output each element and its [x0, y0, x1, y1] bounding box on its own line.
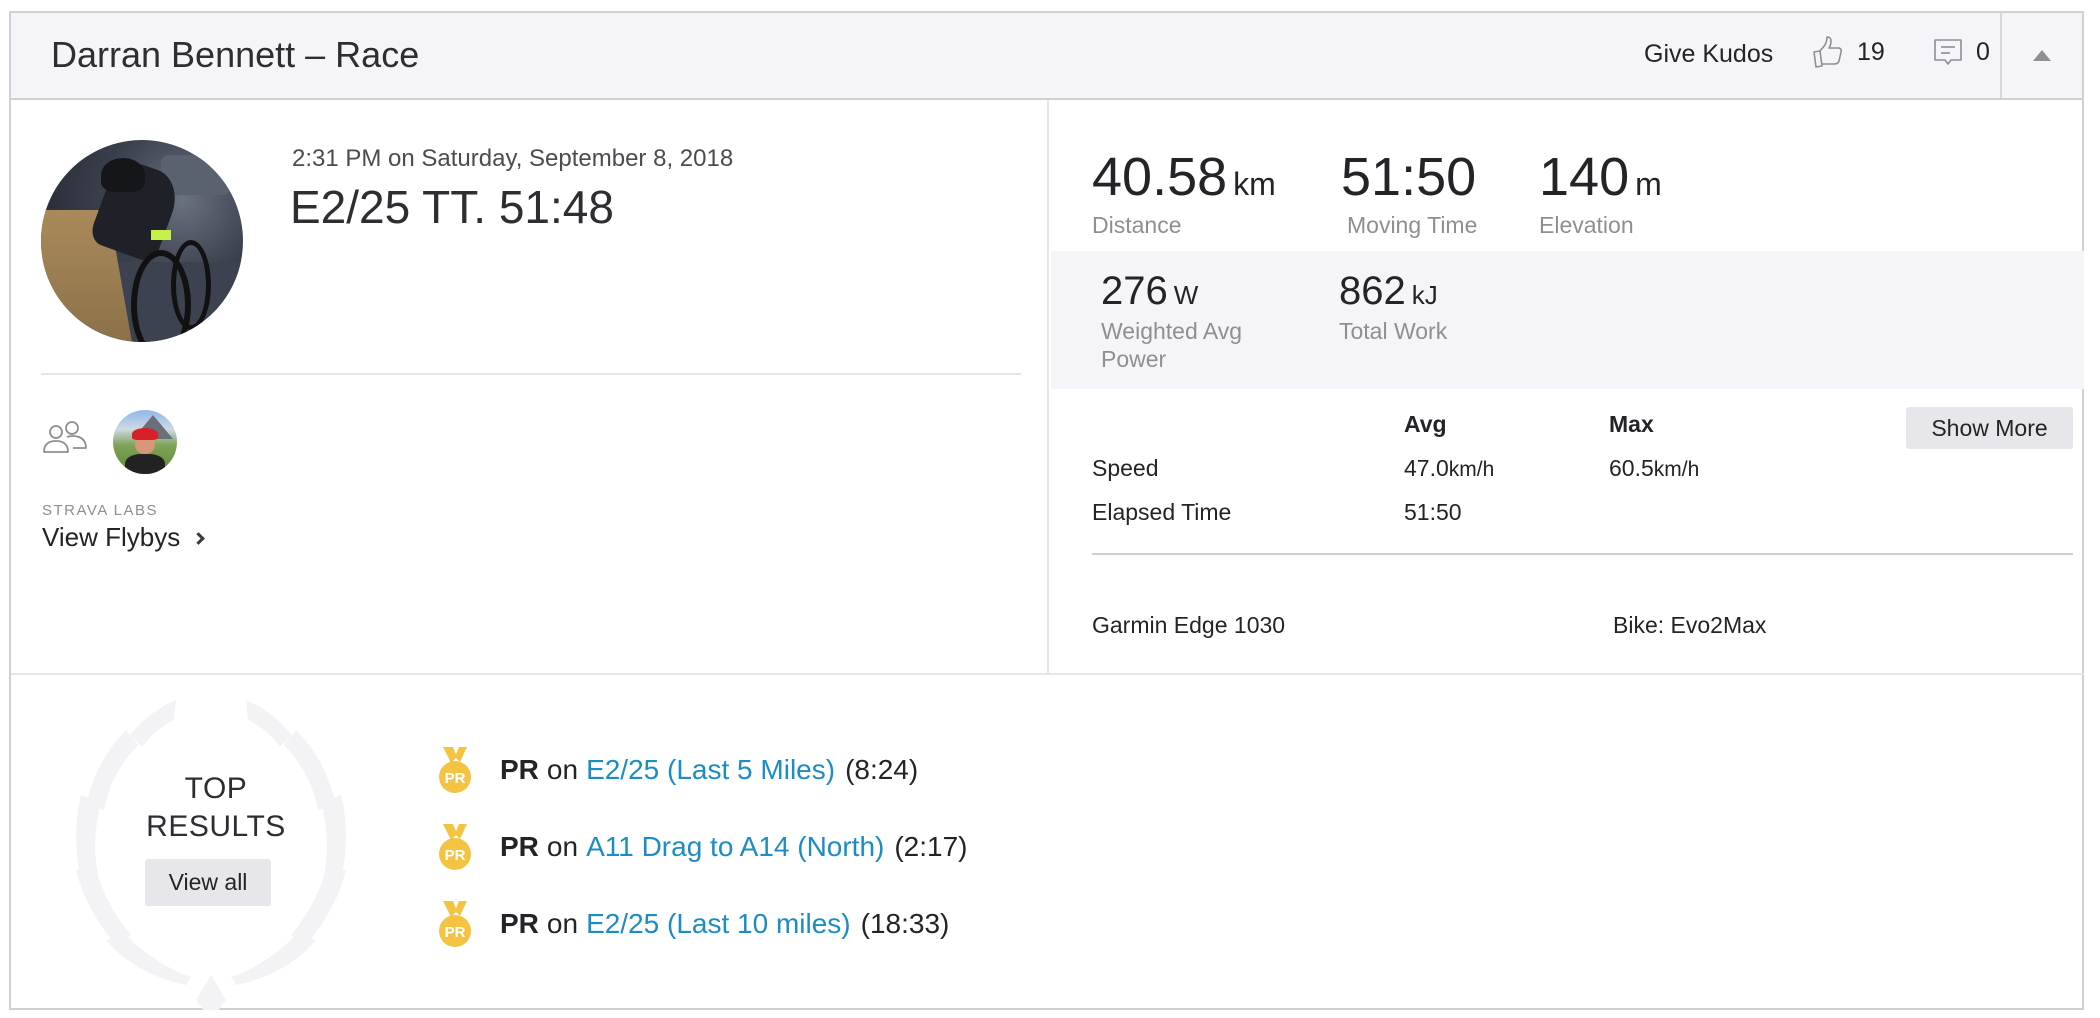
- stat-unit: km: [1233, 166, 1276, 202]
- kudos-count: 19: [1857, 37, 1885, 66]
- activity-header: Darran Bennett – Race Give Kudos 19 0: [11, 13, 2082, 100]
- give-kudos-button[interactable]: Give Kudos: [1644, 40, 1773, 69]
- stat-label: Weighted Avg Power: [1101, 318, 1243, 372]
- caret-up-icon: [2033, 50, 2051, 61]
- comment-count-button[interactable]: 0: [1932, 35, 1990, 69]
- activity-datetime: 2:31 PM on Saturday, September 8, 2018: [292, 145, 734, 172]
- bike-name: Bike: Evo2Max: [1613, 612, 1767, 638]
- segment-link[interactable]: E2/25 (Last 10 miles): [586, 908, 851, 940]
- power-stats-band: 276 W Weighted Avg Power 862 kJ Total Work: [1051, 251, 2084, 389]
- pr-on-text: on: [546, 830, 579, 862]
- activity-title: E2/25 TT. 51:48: [290, 181, 614, 233]
- thumbs-up-icon: [1813, 36, 1843, 68]
- svg-text:PR: PR: [445, 924, 466, 941]
- list-item: PR PR on E2/25 (Last 5 Miles) (8:24): [436, 731, 968, 808]
- stat-unit: kJ: [1411, 280, 1438, 310]
- view-flybys-link[interactable]: View Flybys: [42, 522, 206, 553]
- view-flybys-label: View Flybys: [42, 522, 181, 552]
- stat-distance: 40.58 km Distance: [1092, 150, 1276, 239]
- segment-link[interactable]: E2/25 (Last 5 Miles): [586, 754, 835, 786]
- segment-time: (8:24): [845, 753, 919, 785]
- list-item: PR PR on A11 Drag to A14 (North) (2:17): [436, 808, 968, 885]
- pr-badge-text: PR: [500, 907, 539, 939]
- svg-text:PR: PR: [445, 770, 466, 787]
- device-name: Garmin Edge 1030: [1092, 612, 1286, 638]
- stat-label: Moving Time: [1347, 212, 1478, 238]
- divider: [41, 373, 1021, 375]
- activity-summary: 2:31 PM on Saturday, September 8, 2018 E…: [11, 100, 1049, 673]
- table-cell-max: 60.5km/h: [1609, 455, 1699, 482]
- pr-medal-icon: PR: [439, 823, 471, 870]
- top-results-section: TOP RESULTS View all PR PR on E2/25 (Las…: [11, 673, 2084, 1010]
- view-all-button[interactable]: View all: [145, 859, 271, 906]
- stat-moving-time: 51:50 Moving Time: [1341, 150, 1477, 239]
- chevron-right-icon: [192, 532, 206, 545]
- cell-unit: km/h: [1653, 458, 1700, 481]
- stat-total-work: 862 kJ Total Work: [1339, 271, 1447, 345]
- cell-value: 60.5: [1609, 455, 1654, 481]
- pr-medal-icon: PR: [439, 746, 471, 793]
- svg-text:PR: PR: [445, 847, 466, 864]
- segment-link[interactable]: A11 Drag to A14 (North): [586, 831, 884, 863]
- list-item: PR PR on E2/25 (Last 10 miles) (18:33): [436, 885, 968, 962]
- strava-labs-label: STRAVA LABS: [42, 502, 158, 519]
- activity-header-title[interactable]: Darran Bennett – Race: [51, 34, 419, 76]
- group-icon: [43, 421, 87, 453]
- stat-unit: m: [1635, 166, 1662, 202]
- cell-value: 51:50: [1404, 499, 1462, 525]
- top-results-line2: RESULTS: [146, 810, 286, 843]
- activity-card: Darran Bennett – Race Give Kudos 19 0 2:…: [9, 11, 2084, 1010]
- table-header-avg: Avg: [1404, 411, 1447, 437]
- table-cell-avg: 47.0km/h: [1404, 455, 1494, 482]
- comment-icon: [1934, 39, 1962, 65]
- stat-label: Total Work: [1339, 318, 1448, 344]
- laurel-wreath-icon: [76, 700, 346, 1010]
- pr-medal-icon: PR: [439, 900, 471, 947]
- activity-stats: 40.58 km Distance 51:50 Moving Time 140 m …: [1051, 100, 2084, 673]
- comment-count: 0: [1976, 37, 1990, 66]
- cell-unit: km/h: [1448, 458, 1495, 481]
- stat-elevation: 140 m Elevation: [1539, 150, 1662, 239]
- table-row-label: Elapsed Time: [1092, 499, 1232, 525]
- top-results-line1: TOP: [184, 772, 248, 805]
- collapse-button[interactable]: [2000, 13, 2082, 98]
- stat-label: Elevation: [1539, 212, 1634, 238]
- kudos-count-button[interactable]: 19: [1811, 35, 1885, 69]
- stat-value: 40.58: [1092, 147, 1228, 207]
- stat-value: 862: [1339, 269, 1406, 313]
- pr-badge-text: PR: [500, 753, 539, 785]
- stat-value: 140: [1539, 147, 1630, 207]
- pr-on-text: on: [546, 753, 579, 785]
- stat-label: Distance: [1092, 212, 1182, 238]
- pr-list: PR PR on E2/25 (Last 5 Miles) (8:24) PR …: [436, 731, 968, 962]
- top-results-label: TOP RESULTS: [101, 770, 331, 846]
- cell-value: 47.0: [1404, 455, 1449, 481]
- table-cell-avg: 51:50: [1404, 499, 1462, 526]
- divider: [1092, 553, 2073, 555]
- group-member-avatar[interactable]: [113, 410, 177, 474]
- stat-weighted-avg-power: 276 W Weighted Avg Power: [1101, 271, 1301, 373]
- show-more-button[interactable]: Show More: [1906, 407, 2073, 449]
- stat-unit: W: [1173, 280, 1199, 310]
- segment-time: (2:17): [894, 830, 968, 862]
- segment-time: (18:33): [860, 907, 950, 939]
- stat-value: 51:50: [1341, 147, 1477, 207]
- athlete-avatar[interactable]: [41, 140, 243, 342]
- table-header-max: Max: [1609, 411, 1654, 437]
- pr-on-text: on: [546, 907, 579, 939]
- table-row-label: Speed: [1092, 455, 1159, 481]
- stat-value: 276: [1101, 269, 1168, 313]
- pr-badge-text: PR: [500, 830, 539, 862]
